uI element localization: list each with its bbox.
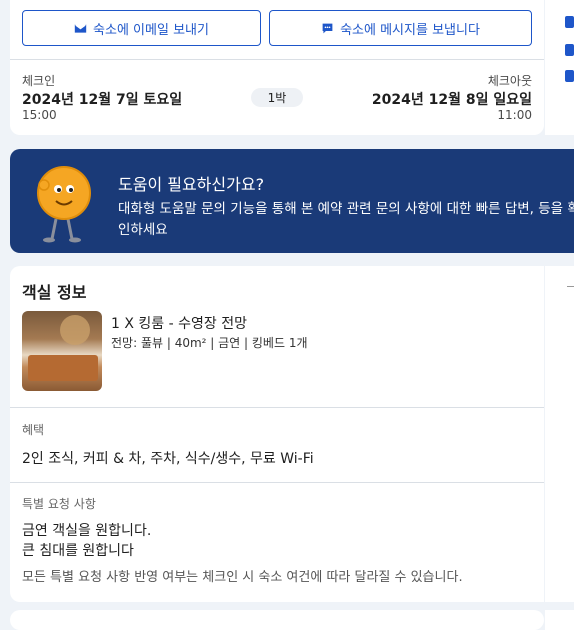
checkin-time: 15:00 (22, 108, 57, 122)
side-panel-bottom (545, 266, 574, 602)
room-photo[interactable] (22, 311, 102, 391)
checkin-date: 2024년 12월 7일 토요일 (22, 92, 183, 108)
benefits-value: 2인 조식, 커피 & 차, 주차, 식수/생수, 무료 Wi-Fi (22, 451, 314, 467)
side-panel-icon (565, 16, 574, 28)
help-title: 도움이 필요하신가요? (118, 175, 265, 194)
special-request-item: 큰 침대를 원합니다 (22, 543, 134, 559)
divider (10, 59, 544, 60)
side-panel-next (545, 610, 574, 630)
divider (10, 482, 544, 483)
benefits-label: 혜택 (22, 423, 45, 437)
special-requests-label: 특별 요청 사항 (22, 497, 96, 511)
message-property-button[interactable]: 숙소에 메시지를 보냅니다 (269, 10, 532, 46)
room-info-card: 객실 정보 1 X 킹룸 - 수영장 전망 전망: 풀뷰 | 40m² | 금연… (10, 266, 544, 602)
checkout-label: 체크아웃 (487, 74, 532, 88)
room-heading: 객실 정보 (22, 283, 87, 302)
help-description: 대화형 도움말 문의 기능을 통해 본 예약 관련 문의 사항에 대한 빠른 답… (118, 201, 574, 238)
help-banner[interactable]: 도움이 필요하신가요? 대화형 도움말 문의 기능을 통해 본 예약 관련 문의… (10, 149, 574, 253)
room-photo-bed (28, 355, 98, 381)
chat-bubble-icon (322, 23, 333, 33)
side-panel-icon (565, 70, 574, 82)
mascot-icon (37, 166, 91, 243)
envelope-icon (74, 23, 87, 33)
divider (10, 407, 544, 408)
side-panel-line (567, 286, 574, 287)
room-details: 전망: 풀뷰 | 40m² | 금연 | 킹베드 1개 (111, 336, 308, 350)
nights-badge: 1박 (251, 88, 303, 107)
message-button-label: 숙소에 메시지를 보냅니다 (340, 22, 480, 38)
checkout-date: 2024년 12월 8일 일요일 (371, 92, 532, 108)
checkout-time: 11:00 (497, 108, 532, 122)
next-card (10, 610, 544, 630)
stay-card: 숙소에 이메일 보내기 숙소에 메시지를 보냅니다 체크인 2024년 12월 … (10, 0, 544, 135)
special-requests-note: 모든 특별 요청 사항 반영 여부는 체크인 시 숙소 여건에 따라 달라질 수… (22, 570, 463, 585)
email-property-button[interactable]: 숙소에 이메일 보내기 (22, 10, 261, 46)
side-panel-top (545, 0, 574, 135)
special-request-item: 금연 객실을 원합니다. (22, 523, 152, 539)
room-photo-decor (60, 315, 90, 345)
room-name: 1 X 킹룸 - 수영장 전망 (111, 316, 247, 332)
checkin-label: 체크인 (22, 74, 56, 88)
side-panel-icon (565, 44, 574, 56)
email-button-label: 숙소에 이메일 보내기 (93, 22, 209, 38)
